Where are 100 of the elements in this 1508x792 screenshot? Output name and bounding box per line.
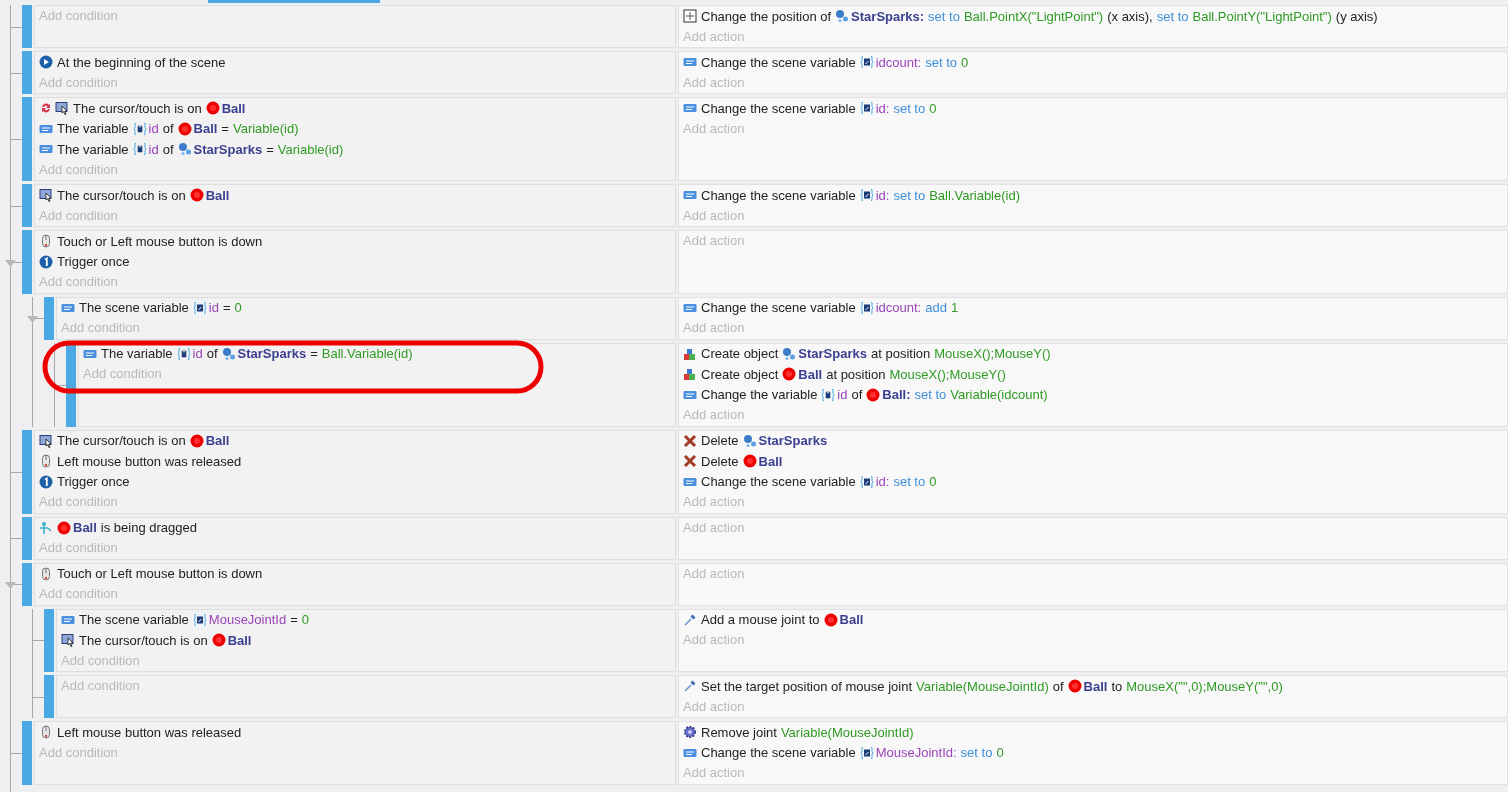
- add-action-link[interactable]: Add action: [683, 492, 745, 513]
- event-bar[interactable]: [22, 429, 32, 514]
- action-text: Change the scene variable: [701, 474, 856, 490]
- cursor-icon: [39, 433, 53, 448]
- event-bar[interactable]: [22, 230, 32, 294]
- add-action-link[interactable]: Add action: [683, 205, 745, 226]
- ball-icon: [782, 367, 797, 382]
- ball-icon: [1067, 679, 1082, 694]
- condition-text: of: [162, 141, 174, 157]
- event-bar[interactable]: [22, 562, 32, 606]
- add-condition-link[interactable]: Add condition: [39, 742, 118, 763]
- ball-icon: [823, 612, 838, 627]
- value-expression: Variable(MouseJointId): [780, 724, 914, 740]
- object-name: StarSparks:: [851, 8, 925, 24]
- add-condition-link[interactable]: Add condition: [39, 492, 118, 513]
- collapse-arrow-icon[interactable]: [5, 582, 16, 589]
- value-expression: MouseX();MouseY(): [934, 346, 1051, 362]
- event-bar[interactable]: [22, 97, 32, 181]
- add-condition-link[interactable]: Add condition: [39, 72, 118, 93]
- add-action-link[interactable]: Add action: [683, 231, 745, 252]
- add-action-link[interactable]: Add action: [683, 696, 745, 717]
- condition-text: of: [162, 121, 174, 137]
- condition-text: =: [266, 141, 274, 157]
- collapse-arrow-icon[interactable]: [27, 316, 38, 323]
- add-action-link[interactable]: Add action: [683, 405, 745, 426]
- event-bar[interactable]: [22, 184, 32, 227]
- add-condition-link[interactable]: Add condition: [39, 584, 118, 605]
- event-bar[interactable]: [22, 51, 32, 94]
- cursor-icon: [61, 633, 75, 648]
- value-expression: 1: [950, 300, 959, 316]
- action-text: Delete: [701, 453, 739, 469]
- value-expression: 0: [301, 612, 309, 628]
- object-variable-icon: [821, 387, 836, 402]
- scene-variable-icon: [859, 474, 874, 489]
- action-text: of: [851, 387, 863, 403]
- value-expression: 0: [929, 100, 937, 116]
- add-action-link[interactable]: Add action: [683, 630, 745, 651]
- event-bar[interactable]: [44, 608, 54, 672]
- variable-name: id:: [875, 100, 890, 116]
- object-name: Ball: [798, 366, 823, 382]
- mouse-icon: [39, 454, 53, 469]
- add-condition-link[interactable]: Add condition: [39, 6, 118, 27]
- add-condition-link[interactable]: Add condition: [83, 364, 162, 385]
- operation-keyword: add: [925, 300, 947, 316]
- add-condition-link[interactable]: Add condition: [61, 318, 140, 339]
- cursor-icon: [39, 188, 53, 203]
- add-action-link[interactable]: Add action: [683, 563, 745, 584]
- event-bar[interactable]: [22, 721, 32, 785]
- condition-text: The cursor/touch is on: [57, 433, 186, 449]
- bubbles-icon: [835, 9, 850, 24]
- value-expression: Ball.PointX("LightPoint"): [963, 8, 1104, 24]
- add-condition-link[interactable]: Add condition: [39, 538, 118, 559]
- object-name: Ball: [1083, 678, 1108, 694]
- variable-name: MouseJointId:: [875, 745, 957, 761]
- condition-text: The cursor/touch is on: [73, 100, 202, 116]
- operation-keyword: set to: [960, 745, 993, 761]
- add-action-link[interactable]: Add action: [683, 26, 745, 47]
- value-expression: 0: [929, 474, 937, 490]
- blocks-icon: [683, 346, 697, 361]
- object-name: StarSparks: [758, 433, 828, 449]
- operation-keyword: set to: [928, 8, 960, 24]
- scene-variable-icon: [192, 300, 207, 315]
- variable-name: id:: [875, 187, 890, 203]
- object-name: Ball: [205, 433, 230, 449]
- scene-variable-icon: [859, 55, 874, 70]
- trigger-once-icon: [39, 474, 53, 489]
- event-bar[interactable]: [22, 516, 32, 560]
- add-action-link[interactable]: Add action: [683, 118, 745, 139]
- condition-text: Trigger once: [57, 254, 130, 270]
- variable-name: idcount:: [875, 54, 922, 70]
- condition-text: The variable: [57, 121, 129, 137]
- event-bar[interactable]: [44, 675, 54, 718]
- add-action-link[interactable]: Add action: [683, 517, 745, 538]
- action-text: Add a mouse joint to: [701, 612, 820, 628]
- add-action-link[interactable]: Add action: [683, 318, 745, 339]
- event-bar[interactable]: [44, 296, 54, 340]
- ball-icon: [742, 454, 757, 469]
- add-condition-link[interactable]: Add condition: [61, 650, 140, 671]
- bubbles-icon: [221, 346, 236, 361]
- condition-text: The variable: [101, 346, 173, 362]
- object-name: Ball: [839, 612, 864, 628]
- mouse-icon: [39, 725, 53, 740]
- add-condition-link[interactable]: Add condition: [39, 205, 118, 226]
- object-name: Ball: [193, 121, 218, 137]
- add-condition-link[interactable]: Add condition: [39, 159, 118, 180]
- add-action-link[interactable]: Add action: [683, 72, 745, 93]
- collapse-arrow-icon[interactable]: [5, 259, 16, 267]
- action-text: Change the scene variable: [701, 745, 856, 761]
- condition-text: The variable: [57, 141, 129, 157]
- add-condition-link[interactable]: Add condition: [61, 676, 140, 697]
- variable-name: MouseJointId: [208, 612, 287, 628]
- add-action-link[interactable]: Add action: [683, 763, 745, 784]
- variable-name: id:: [875, 474, 890, 490]
- condition-text: The scene variable: [79, 300, 189, 316]
- object-name: StarSparks: [237, 346, 307, 362]
- event-bar[interactable]: [22, 5, 32, 48]
- mouse-icon: [39, 566, 53, 581]
- variable-name: id: [148, 141, 159, 157]
- add-condition-link[interactable]: Add condition: [39, 272, 118, 293]
- scene-variable-icon: [859, 300, 874, 315]
